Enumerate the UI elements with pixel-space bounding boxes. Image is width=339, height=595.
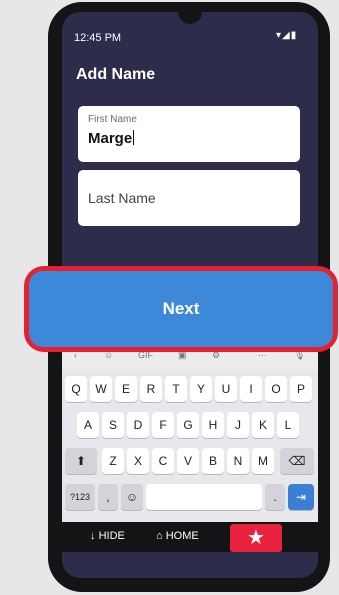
- hide-button[interactable]: ↓ HIDE: [90, 530, 125, 542]
- arrow-down-icon: ↓: [90, 530, 96, 542]
- key-z[interactable]: Z: [102, 448, 124, 474]
- next-button[interactable]: Next: [29, 271, 333, 347]
- status-time: 12:45 PM: [74, 32, 122, 44]
- key-g[interactable]: G: [177, 412, 199, 438]
- key-e[interactable]: E: [115, 376, 137, 402]
- home-icon: ⌂: [156, 530, 163, 542]
- last-name-placeholder: Last Name: [88, 190, 156, 206]
- key-w[interactable]: W: [90, 376, 112, 402]
- key-u[interactable]: U: [215, 376, 237, 402]
- key-k[interactable]: K: [252, 412, 274, 438]
- key-x[interactable]: X: [127, 448, 149, 474]
- key-q[interactable]: Q: [65, 376, 87, 402]
- backspace-icon[interactable]: ⌫: [280, 448, 314, 474]
- key-b[interactable]: B: [202, 448, 224, 474]
- key-h[interactable]: H: [202, 412, 224, 438]
- key-m[interactable]: M: [252, 448, 274, 474]
- space-key[interactable]: [146, 484, 262, 510]
- key-y[interactable]: Y: [190, 376, 212, 402]
- period-key[interactable]: .: [265, 484, 285, 510]
- hide-label: HIDE: [98, 530, 125, 542]
- key-s[interactable]: S: [102, 412, 124, 438]
- first-name-input-wrap[interactable]: Marge: [88, 130, 135, 147]
- status-icons: ▾◢▮: [276, 30, 298, 41]
- key-o[interactable]: O: [265, 376, 287, 402]
- key-r[interactable]: R: [140, 376, 162, 402]
- text-caret: [133, 130, 135, 145]
- last-name-field[interactable]: Last Name: [78, 170, 300, 226]
- first-name-value: Marge: [88, 130, 133, 147]
- star-button[interactable]: ★: [230, 524, 282, 552]
- key-t[interactable]: T: [165, 376, 187, 402]
- key-a[interactable]: A: [77, 412, 99, 438]
- key-f[interactable]: F: [152, 412, 174, 438]
- key-l[interactable]: L: [277, 412, 299, 438]
- key-c[interactable]: C: [152, 448, 174, 474]
- key-j[interactable]: J: [227, 412, 249, 438]
- shift-key[interactable]: ⬆: [65, 448, 97, 474]
- enter-key[interactable]: ⇥: [288, 484, 314, 510]
- on-screen-keyboard: Q W E R T Y U I O P A S D F G H J K L ⬆ …: [62, 370, 318, 522]
- next-button-highlight: Next: [24, 266, 338, 352]
- key-v[interactable]: V: [177, 448, 199, 474]
- comma-key[interactable]: ,: [98, 484, 118, 510]
- home-label: HOME: [165, 530, 199, 542]
- key-n[interactable]: N: [227, 448, 249, 474]
- first-name-field[interactable]: First Name Marge: [78, 106, 300, 162]
- page-title: Add Name: [76, 66, 156, 83]
- key-p[interactable]: P: [290, 376, 312, 402]
- key-d[interactable]: D: [127, 412, 149, 438]
- key-i[interactable]: I: [240, 376, 262, 402]
- symbols-key[interactable]: ?123: [65, 484, 95, 510]
- first-name-label: First Name: [88, 114, 137, 125]
- star-icon: ★: [247, 527, 265, 549]
- emoji-key[interactable]: ☺: [121, 484, 143, 510]
- home-button[interactable]: ⌂ HOME: [156, 530, 199, 542]
